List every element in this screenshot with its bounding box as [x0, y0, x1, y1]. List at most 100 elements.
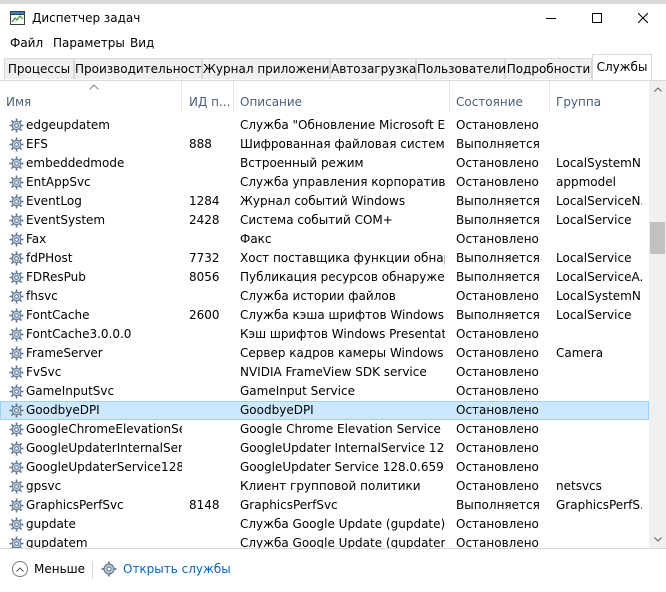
table-row[interactable]: edgeupdatem Служба "Обновление Microsoft …: [0, 116, 649, 135]
minimize-button[interactable]: [528, 4, 574, 32]
service-state: Остановлено: [456, 441, 539, 455]
service-pid: 2428: [189, 213, 220, 227]
footer-divider: [92, 561, 93, 579]
service-group: LocalService: [556, 213, 632, 227]
column-header-description-label: Описание: [240, 95, 303, 109]
scroll-down-button[interactable]: [649, 531, 666, 548]
service-group: GraphicsPerfS...: [556, 498, 642, 512]
maximize-button[interactable]: [574, 4, 620, 32]
service-gear-icon: [9, 460, 24, 475]
open-services-link[interactable]: Открыть службы: [101, 561, 231, 577]
table-row[interactable]: embeddedmode Встроенный режим Остановлено L…: [0, 154, 649, 173]
close-button[interactable]: [620, 4, 666, 32]
service-group: Camera: [556, 346, 604, 360]
close-icon: [638, 13, 648, 23]
table-row[interactable]: FDResPub 8056 Публикация ресурсов обнаруже…: [0, 268, 649, 287]
table-row[interactable]: GoodbyeDPI GoodbyeDPI Остановлено: [0, 401, 649, 420]
tab-details[interactable]: Подробности: [505, 58, 592, 79]
tab-services[interactable]: Службы: [592, 54, 652, 80]
menu-file[interactable]: Файл: [10, 36, 43, 50]
service-state: Выполняется: [456, 251, 540, 265]
service-name: edgeupdatem: [26, 118, 110, 132]
column-header-name[interactable]: Имя: [0, 81, 182, 112]
service-pid: [189, 458, 233, 477]
table-row[interactable]: FrameServer Сервер кадров камеры Windows О…: [0, 344, 649, 363]
service-group: [556, 382, 642, 401]
service-gear-icon: [9, 194, 24, 209]
service-state: Остановлено: [456, 479, 539, 493]
vertical-scrollbar[interactable]: [649, 81, 666, 548]
service-state: Остановлено: [456, 403, 539, 417]
column-header-state[interactable]: Состояние: [450, 81, 550, 112]
table-row[interactable]: GraphicsPerfSvc 8148 GraphicsPerfSvc Выполн…: [0, 496, 649, 515]
service-description: GoogleUpdater InternalService 128.0...: [240, 441, 445, 455]
table-row[interactable]: fdPHost 7732 Хост поставщика функции обнар…: [0, 249, 649, 268]
table-row[interactable]: fhsvc Служба истории файлов Остановлено Loc…: [0, 287, 649, 306]
service-state: Выполняется: [456, 498, 540, 512]
tab-performance[interactable]: Производительность: [74, 58, 209, 79]
table-row[interactable]: gpsvc Клиент групповой политики Остановлен…: [0, 477, 649, 496]
table-row[interactable]: GoogleChromeElevationServ... Google Chrom…: [0, 420, 649, 439]
menu-view[interactable]: Вид: [130, 36, 154, 50]
service-pid: [189, 363, 233, 382]
service-pid: 2600: [189, 308, 220, 322]
tab-processes[interactable]: Процессы: [4, 58, 74, 79]
table-row[interactable]: GoogleUpdaterInternalServi... GoogleUpdat…: [0, 439, 649, 458]
table-row[interactable]: EventLog 1284 Журнал событий Windows Выполн…: [0, 192, 649, 211]
service-gear-icon: [9, 498, 24, 513]
service-group: [556, 515, 642, 534]
service-state: Остановлено: [456, 156, 539, 170]
table-row[interactable]: Fax Факс Остановлено: [0, 230, 649, 249]
service-pid: [189, 287, 233, 306]
table-row[interactable]: gupdate Служба Google Update (gupdate) Ост…: [0, 515, 649, 534]
service-pid: [189, 173, 233, 192]
service-gear-icon: [9, 327, 24, 342]
service-name: EventLog: [26, 194, 82, 208]
scroll-thumb[interactable]: [650, 222, 665, 254]
service-description: Сервер кадров камеры Windows: [240, 346, 444, 360]
column-header-group[interactable]: Группа: [550, 81, 649, 112]
table-row[interactable]: FontCache 2600 Служба кэша шрифтов Windows…: [0, 306, 649, 325]
column-header-group-label: Группа: [556, 95, 602, 109]
service-description: Клиент групповой политики: [240, 479, 421, 493]
services-table: Имя ИД п... Описание Состояние Группа ed…: [0, 81, 666, 548]
table-row[interactable]: EFS 888 Шифрованная файловая система (... В…: [0, 135, 649, 154]
fewer-details-button[interactable]: Меньше: [12, 561, 85, 577]
service-pid: [189, 477, 233, 496]
service-gear-icon: [9, 536, 24, 548]
service-pid: [189, 439, 233, 458]
collapse-chevron-icon: [12, 561, 28, 577]
table-row[interactable]: EntAppSvc Служба управления корпоративн..…: [0, 173, 649, 192]
service-gear-icon: [9, 156, 24, 171]
service-state: Выполняется: [456, 137, 540, 151]
service-pid: [189, 401, 233, 420]
service-gear-icon: [9, 118, 24, 133]
column-header-pid[interactable]: ИД п...: [183, 81, 234, 112]
service-group: LocalServiceA...: [556, 270, 642, 284]
table-row[interactable]: GoogleUpdaterService128.0... GoogleUpdate…: [0, 458, 649, 477]
table-row[interactable]: gupdatem Служба Google Update (gupdatem) О…: [0, 534, 649, 548]
table-row[interactable]: FvSvc NVIDIA FrameView SDK service Останов…: [0, 363, 649, 382]
table-row[interactable]: EventSystem 2428 Система событий COM+ Выпол…: [0, 211, 649, 230]
column-header-description[interactable]: Описание: [234, 81, 450, 112]
title-bar: Диспетчер задач: [0, 4, 666, 32]
service-name: embeddedmode: [26, 156, 125, 170]
scroll-up-button[interactable]: [649, 81, 666, 98]
service-description: Журнал событий Windows: [240, 194, 406, 208]
service-description: Служба Google Update (gupdate): [240, 517, 445, 531]
service-name: FDResPub: [26, 270, 86, 284]
table-row[interactable]: FontCache3.0.0.0 Кэш шрифтов Windows Pres…: [0, 325, 649, 344]
tab-app-history[interactable]: Журнал приложений: [202, 58, 337, 79]
service-group: LocalSystemN...: [556, 289, 642, 303]
service-pid: 7732: [189, 251, 220, 265]
menu-options[interactable]: Параметры: [53, 36, 125, 50]
service-description: Встроенный режим: [240, 156, 364, 170]
service-state: Остановлено: [456, 175, 539, 189]
tab-users[interactable]: Пользователи: [416, 58, 506, 79]
service-group: [556, 135, 642, 154]
tab-startup[interactable]: Автозагрузка: [330, 58, 416, 79]
service-gear-icon: [9, 270, 24, 285]
service-description: Служба кэша шрифтов Windows: [240, 308, 444, 322]
table-row[interactable]: GameInputSvc GameInput Service Остановлено: [0, 382, 649, 401]
service-description: GoogleUpdater Service 128.0.6597.0 (...: [240, 460, 445, 474]
